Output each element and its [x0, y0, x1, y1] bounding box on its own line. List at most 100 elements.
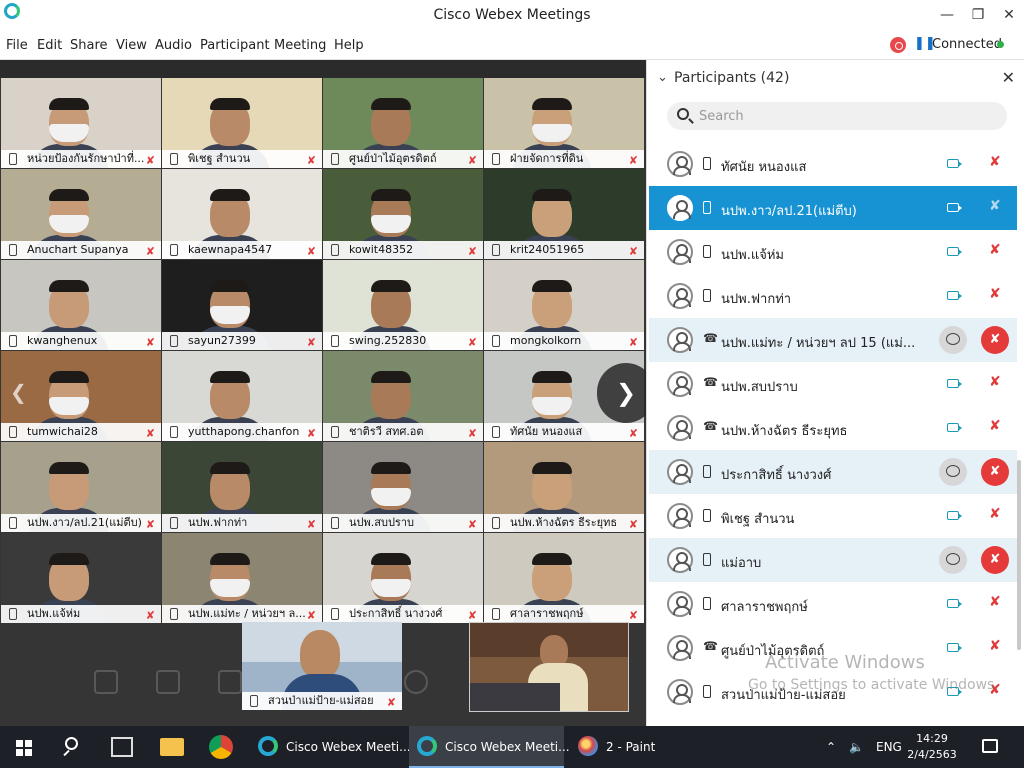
search-input[interactable]	[699, 107, 989, 125]
video-tile[interactable]: นปพ.งาว/ลป.21(แม่ตีบ) ✘	[1, 442, 161, 532]
minimize-icon[interactable]: —	[936, 4, 958, 26]
video-tile[interactable]: Anuchart Supanya ✘	[1, 169, 161, 259]
windows-start-icon[interactable]	[16, 740, 32, 756]
taskbar-webex-2[interactable]: Cisco Webex Meeti...	[409, 726, 570, 768]
camera-icon[interactable]	[947, 291, 962, 300]
video-tile[interactable]: นปพ.ฟากท่า ✘	[162, 442, 322, 532]
video-tile[interactable]: ศาลาราชพฤกษ์ ✘	[484, 533, 644, 623]
participant-row[interactable]: นปพ.ฟากท่า ✘	[649, 274, 1017, 318]
chat-icon[interactable]	[939, 546, 967, 574]
mic-muted-icon[interactable]: ✘	[989, 154, 1001, 170]
taskbar-search-icon[interactable]	[62, 735, 86, 759]
participant-row[interactable]: ☎ นปพ.สบปราบ ✘	[649, 362, 1017, 406]
chat-icon[interactable]	[939, 458, 967, 486]
mic-muted-icon[interactable]: ✘	[989, 638, 1001, 654]
video-tile[interactable]: swing.252830 ✘	[323, 260, 483, 350]
camera-icon[interactable]	[947, 511, 962, 520]
camera-icon[interactable]	[947, 423, 962, 432]
mute-button[interactable]	[94, 670, 118, 694]
mic-muted-icon[interactable]: ✘	[989, 286, 1001, 302]
participant-row[interactable]: แม่อาบ ✘	[649, 538, 1017, 582]
menu-file[interactable]: File	[6, 38, 28, 53]
video-tile[interactable]: sayun27399 ✘	[162, 260, 322, 350]
unmute-button[interactable]: ✘	[981, 326, 1009, 354]
chrome-icon[interactable]	[209, 735, 233, 759]
photos-app-icon[interactable]	[111, 737, 133, 757]
taskbar-clock[interactable]: 14:29 2/4/2563	[907, 731, 957, 763]
tile-name-bar: สวนป่าแม่ป้าย-แม่สอย ✘	[242, 692, 402, 710]
previous-page-icon[interactable]: ❮	[10, 380, 27, 404]
participant-row[interactable]: ☎ นปพ.แม่ทะ / หน่วยฯ ลป 15 (แม่... ✘	[649, 318, 1017, 362]
menu-help[interactable]: Help	[334, 38, 364, 53]
video-tile[interactable]: kaewnapa4547 ✘	[162, 169, 322, 259]
video-tile[interactable]: นปพ.แม่ทะ / หน่วยฯ ล... ✘	[162, 533, 322, 623]
camera-icon[interactable]	[947, 379, 962, 388]
video-tile[interactable]: ศูนย์ป่าไม้อุตรดิตถ์ ✘	[323, 78, 483, 168]
collapse-chevron-icon[interactable]: ⌄	[657, 70, 668, 85]
camera-icon[interactable]	[947, 643, 962, 652]
mic-muted-icon: ✘	[145, 154, 155, 167]
more-button[interactable]	[404, 670, 428, 694]
share-button[interactable]	[218, 670, 242, 694]
search-box[interactable]	[667, 102, 1007, 130]
restore-icon[interactable]: ❐	[967, 4, 989, 26]
video-button[interactable]	[156, 670, 180, 694]
mic-muted-icon[interactable]: ✘	[989, 242, 1001, 258]
file-explorer-icon[interactable]	[160, 738, 184, 756]
taskbar-paint[interactable]: 2 - Paint	[570, 726, 680, 768]
camera-icon[interactable]	[947, 159, 962, 168]
close-panel-icon[interactable]: ✕	[1002, 68, 1015, 87]
participant-row[interactable]: นปพ.งาว/ลป.21(แม่ตีบ) ✘	[649, 186, 1017, 230]
mic-muted-icon[interactable]: ✘	[989, 594, 1001, 610]
unmute-button[interactable]: ✘	[981, 546, 1009, 574]
mic-muted-icon[interactable]: ✘	[989, 418, 1001, 434]
participant-row[interactable]: นปพ.แจ้ห่ม ✘	[649, 230, 1017, 274]
participant-scrollbar[interactable]	[1017, 460, 1021, 650]
participant-row[interactable]: ทัศนัย หนองแส ✘	[649, 142, 1017, 186]
participant-row[interactable]: ประกาสิทธิ์ นางวงศ์ ✘	[649, 450, 1017, 494]
phone-icon	[492, 608, 500, 620]
menu-meeting[interactable]: Meeting	[274, 38, 326, 53]
menu-view[interactable]: View	[116, 38, 147, 53]
menu-edit[interactable]: Edit	[37, 38, 62, 53]
video-tile[interactable]: yutthapong.chanfon ✘	[162, 351, 322, 441]
menu-share[interactable]: Share	[70, 38, 108, 53]
mic-muted-icon[interactable]: ✘	[989, 506, 1001, 522]
recording-icon[interactable]	[890, 37, 906, 53]
camera-icon[interactable]	[947, 599, 962, 608]
video-tile[interactable]: สวนป่าแม่ป้าย-แม่สอย ✘	[242, 622, 402, 710]
video-tile[interactable]: นปพ.ห้างฉัตร ธีระยุทธ ✘	[484, 442, 644, 532]
video-tile[interactable]: ชาติรวี สทศ.อต ✘	[323, 351, 483, 441]
video-tile[interactable]: ประกาสิทธิ์ นางวงศ์ ✘	[323, 533, 483, 623]
participant-row[interactable]: ☎ นปพ.ห้างฉัตร ธีระยุทธ ✘	[649, 406, 1017, 450]
camera-icon[interactable]	[947, 247, 962, 256]
tray-expand-icon[interactable]: ⌃	[826, 740, 836, 754]
video-tile[interactable]: หน่วยป้องกันรักษาป่าที่... ✘	[1, 78, 161, 168]
taskbar-webex-1[interactable]: Cisco Webex Meeti...	[250, 726, 411, 768]
language-indicator[interactable]: ENG	[876, 740, 902, 754]
volume-icon[interactable]: 🔈	[849, 740, 864, 754]
active-speaker-tile[interactable]	[469, 622, 629, 712]
video-tile[interactable]: krit24051965 ✘	[484, 169, 644, 259]
notifications-icon[interactable]	[982, 739, 998, 753]
menu-participant[interactable]: Participant	[200, 38, 270, 53]
video-tile[interactable]: นปพ.แจ้ห่ม ✘	[1, 533, 161, 623]
mic-muted-icon: ✘	[467, 427, 477, 440]
participant-row[interactable]: พิเชฐ สำนวน ✘	[649, 494, 1017, 538]
menu-audio[interactable]: Audio	[155, 38, 192, 53]
video-tile[interactable]: ฝ่ายจัดการที่ดิน ✘	[484, 78, 644, 168]
video-tile[interactable]: พิเชฐ สำนวน ✘	[162, 78, 322, 168]
mic-muted-icon[interactable]: ✘	[989, 198, 1001, 214]
video-tile[interactable]: นปพ.สบปราบ ✘	[323, 442, 483, 532]
video-tile[interactable]: mongkolkorn ✘	[484, 260, 644, 350]
close-window-icon[interactable]: ✕	[998, 4, 1020, 26]
phone-icon	[492, 335, 500, 347]
unmute-button[interactable]: ✘	[981, 458, 1009, 486]
camera-icon[interactable]	[947, 203, 962, 212]
mic-muted-icon: ✘	[306, 609, 316, 622]
video-tile[interactable]: kowit48352 ✘	[323, 169, 483, 259]
mic-muted-icon[interactable]: ✘	[989, 374, 1001, 390]
participant-row[interactable]: ศาลาราชพฤกษ์ ✘	[649, 582, 1017, 626]
chat-icon[interactable]	[939, 326, 967, 354]
video-tile[interactable]: kwanghenux ✘	[1, 260, 161, 350]
